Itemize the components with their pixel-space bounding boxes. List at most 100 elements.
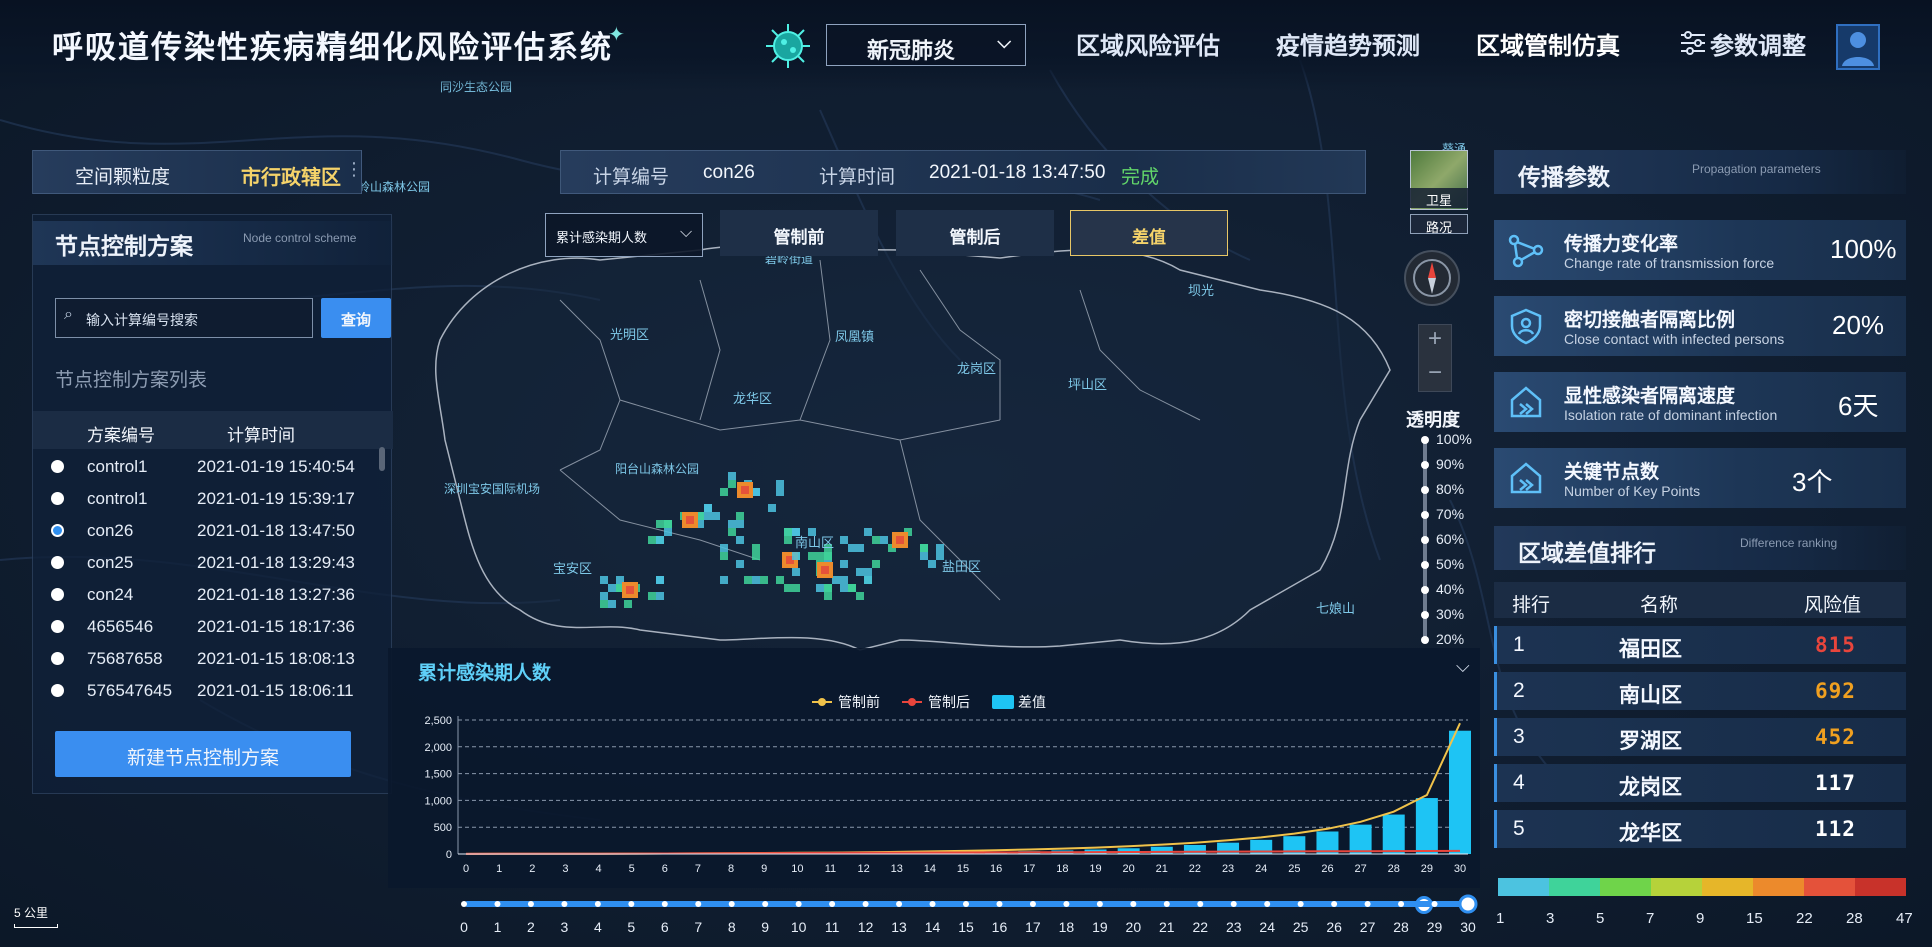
x-tick-label: 4 [595, 863, 601, 875]
map-label: 宝安区 [553, 561, 593, 576]
param-card[interactable]: 传播力变化率 Change rate of transmission force 1… [1494, 220, 1906, 280]
slider-tick-label: 16 [992, 919, 1008, 935]
scale-bar: 5 公里 [14, 904, 58, 928]
row-scheme-id: 4656546 [87, 617, 154, 636]
user-avatar[interactable] [1836, 24, 1880, 70]
table-row[interactable]: 75687658 2021-01-15 18:08:13 [33, 643, 393, 675]
tab-diff[interactable]: 差值 [1070, 210, 1228, 256]
slider-tick-dot [862, 901, 869, 907]
x-tick-label: 25 [1288, 863, 1300, 875]
x-tick-label: 6 [662, 863, 668, 875]
road-layer-button[interactable]: 路况 [1410, 214, 1468, 235]
table-row[interactable]: 576547645 2021-01-15 18:06:11 [33, 675, 393, 703]
param-card[interactable]: 密切接触者隔离比例 Close contact with infected per… [1494, 296, 1906, 356]
row-radio[interactable] [51, 460, 64, 473]
nav-control-simulation[interactable]: 区域管制仿真 [1476, 26, 1620, 61]
zoom-in-button[interactable]: + [1419, 325, 1451, 358]
slider-tick-dot [1364, 901, 1371, 907]
row-radio[interactable] [51, 588, 64, 601]
legend-swatch [1651, 878, 1702, 896]
zoom-out-button[interactable]: − [1419, 359, 1451, 392]
node-panel-title: 节点控制方案 [55, 233, 193, 259]
time-slider[interactable]: 0 1 2 3 4 5 6 7 8 9 10 11 12 13 14 15 16 17 18 19 20 21 22 23 24… [388, 888, 1480, 947]
legend-swatch [992, 695, 1014, 709]
ranking-row[interactable]: 5 龙华区 112 [1494, 810, 1906, 848]
table-row[interactable]: control1 2021-01-19 15:39:17 [33, 483, 393, 515]
slider-tick-dot [795, 901, 802, 907]
x-tick-label: 5 [629, 863, 635, 875]
nav-parameter-adjust[interactable]: 参数调整 [1710, 26, 1806, 61]
y-tick-label: 2,000 [424, 742, 452, 754]
slider-tick-dot [1163, 901, 1170, 907]
new-scheme-button[interactable]: 新建节点控制方案 [55, 731, 351, 777]
row-calc-time: 2021-01-15 18:08:13 [197, 649, 355, 668]
x-tick-label: 14 [924, 863, 936, 875]
chart-canvas: 05001,0001,5002,0002,5000 1 2 3 4 5 6 7 8 9 10 11 12… [424, 694, 1471, 875]
table-row[interactable]: 4656546 2021-01-15 18:17:36 [33, 611, 393, 643]
granularity-value[interactable]: 市行政辖区 [241, 161, 341, 190]
table-row[interactable]: con24 2021-01-18 13:27:36 [33, 579, 393, 611]
search-button[interactable]: 查询 [321, 298, 391, 338]
ranking-row[interactable]: 2 南山区 692 [1494, 672, 1906, 710]
transparency-tick-dot [1421, 486, 1429, 494]
ranking-header: 排行 名称 风险值 [1494, 582, 1906, 618]
row-radio[interactable] [51, 620, 64, 633]
slider-tick-label: 21 [1159, 919, 1175, 935]
map-label: 阳台山森林公园 [615, 462, 700, 476]
transparency-tick-label: 80% [1436, 481, 1465, 497]
slider-tick-label: 7 [694, 919, 702, 935]
disease-select[interactable]: 新冠肺炎 ⌵ [826, 24, 1026, 66]
ranking-panel: 区域差值排行 Difference ranking [1494, 526, 1906, 570]
ranking-row[interactable]: 1 福田区 815 [1494, 626, 1906, 664]
row-radio[interactable] [51, 524, 64, 537]
legend-label: 7 [1646, 910, 1655, 927]
row-calc-time: 2021-01-15 18:06:11 [197, 681, 354, 700]
row-radio[interactable] [51, 492, 64, 505]
map-label: 龙华区 [733, 391, 773, 406]
list-scrollbar[interactable] [379, 447, 385, 471]
row-scheme-id: con25 [87, 553, 134, 572]
row-radio[interactable] [51, 556, 64, 569]
metric-select[interactable]: 累计感染期人数 ⌵ [545, 213, 703, 257]
table-row[interactable]: control1 2021-01-19 15:40:54 [33, 451, 393, 483]
transparency-tick-label: 90% [1436, 456, 1465, 472]
transparency-tick-label: 50% [1436, 556, 1465, 572]
slider-tick-dot [494, 901, 501, 907]
transparency-tick-dot [1421, 636, 1429, 644]
satellite-label[interactable]: 卫星 [1410, 188, 1468, 208]
rank-number: 2 [1513, 679, 1525, 702]
slider-tick-label: 22 [1192, 919, 1208, 935]
x-tick-label: 22 [1189, 863, 1201, 875]
slider-tick-label: 10 [791, 919, 807, 935]
row-radio[interactable] [51, 684, 64, 697]
x-tick-label: 11 [825, 863, 836, 875]
tab-after[interactable]: 管制后 [896, 210, 1054, 256]
nav-risk-assessment[interactable]: 区域风险评估 [1076, 26, 1220, 61]
ranking-title: 区域差值排行 [1518, 540, 1656, 566]
calc-id-label: 计算编号 [593, 167, 670, 188]
search-input[interactable]: ⌕ 输入计算编号搜索 [55, 298, 313, 338]
more-icon[interactable]: ⋮ [345, 159, 363, 180]
tab-before[interactable]: 管制前 [720, 210, 878, 256]
row-scheme-id: con26 [87, 521, 134, 540]
nav-trend-prediction[interactable]: 疫情趋势预测 [1276, 26, 1420, 61]
ranking-row[interactable]: 4 龙岗区 117 [1494, 764, 1906, 802]
col-scheme-id: 方案编号 [87, 426, 155, 445]
compass-icon[interactable] [1404, 250, 1460, 306]
param-card[interactable]: 关键节点数 Number of Key Points 3个 [1494, 448, 1906, 508]
col-name: 名称 [1640, 595, 1679, 616]
x-tick-label: 3 [562, 863, 568, 875]
granularity-bar[interactable]: 空间颗粒度 市行政辖区 ⋮ [32, 150, 363, 194]
legend-swatch [1855, 878, 1906, 896]
legend-swatch [1549, 878, 1600, 896]
table-row[interactable]: con25 2021-01-18 13:29:43 [33, 547, 393, 579]
slider-tick-dot [594, 901, 601, 907]
row-radio[interactable] [51, 652, 64, 665]
x-tick-label: 0 [463, 863, 469, 875]
ranking-row[interactable]: 3 罗湖区 452 [1494, 718, 1906, 756]
table-row[interactable]: con26 2021-01-18 13:47:50 [33, 515, 393, 547]
scheme-list: control1 2021-01-19 15:40:54 control1 2021-… [33, 451, 393, 703]
param-card[interactable]: 显性感染者隔离速度 Isolation rate of dominant infe… [1494, 372, 1906, 432]
calc-info-bar: 计算编号 con26 计算时间 2021-01-18 13:47:50 完成 [560, 150, 1366, 194]
district-name: 南山区 [1619, 684, 1682, 707]
